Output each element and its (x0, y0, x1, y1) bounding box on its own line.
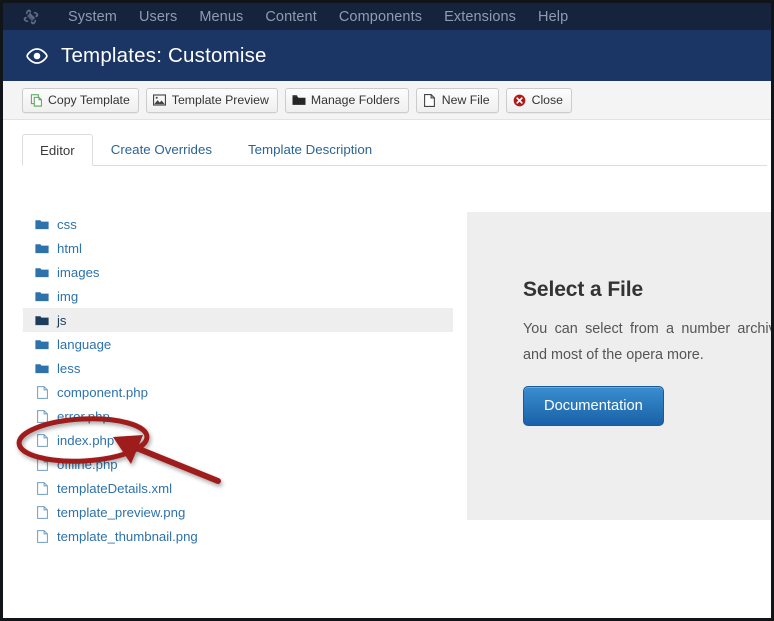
file-icon (35, 505, 49, 519)
folder-icon (35, 265, 49, 279)
list-item-label: img (57, 288, 79, 304)
list-item[interactable]: css (23, 212, 453, 236)
image-icon (153, 93, 167, 107)
tab-editor[interactable]: Editor (22, 134, 93, 166)
list-item-label: css (57, 216, 77, 232)
list-item-label: html (57, 240, 82, 256)
new-file-button[interactable]: New File (415, 87, 499, 113)
list-item-label: templateDetails.xml (57, 480, 173, 496)
list-item[interactable]: templateDetails.xml (23, 476, 453, 500)
tab-template-description[interactable]: Template Description (230, 133, 390, 165)
eye-icon (25, 45, 49, 67)
folder-icon (35, 217, 49, 231)
page-title: Templates: Customise (61, 43, 267, 67)
list-item-index-php[interactable]: index.php (23, 428, 453, 452)
file-icon (35, 385, 49, 399)
copy-template-button[interactable]: Copy Template (22, 87, 139, 113)
list-item[interactable]: template_preview.png (23, 500, 453, 524)
menu-item-users[interactable]: Users (128, 9, 188, 25)
menu-item-components[interactable]: Components (328, 9, 433, 25)
list-item[interactable]: error.php (23, 404, 453, 428)
toolbar: Copy Template Template Preview Manage Fo… (3, 81, 771, 120)
list-item[interactable]: less (23, 356, 453, 380)
list-item-label: error.php (57, 408, 110, 424)
folder-icon (35, 361, 49, 375)
folder-icon (35, 241, 49, 255)
list-item-label: template_preview.png (57, 504, 186, 520)
menu-item-content[interactable]: Content (254, 9, 328, 25)
list-item[interactable]: component.php (23, 380, 453, 404)
file-icon (35, 529, 49, 543)
list-item-label: less (57, 360, 81, 376)
close-button[interactable]: Close (505, 87, 573, 113)
list-item[interactable]: template_thumbnail.png (23, 524, 453, 548)
panel-title: Select a File (523, 278, 644, 301)
close-circle-icon (513, 93, 527, 107)
panel-description: You can select from a number archives an… (523, 321, 774, 363)
menu-item-menus[interactable]: Menus (188, 9, 254, 25)
new-file-label: New File (441, 93, 490, 107)
list-item-label: language (57, 336, 112, 352)
menu-item-system[interactable]: System (57, 9, 128, 25)
tab-strip: Editor Create Overrides Template Descrip… (22, 134, 767, 166)
list-item[interactable]: images (23, 260, 453, 284)
list-item-label: index.php (57, 432, 115, 448)
menu-item-help[interactable]: Help (527, 9, 579, 25)
documentation-button[interactable]: Documentation (523, 386, 664, 426)
list-item-selected[interactable]: js (23, 308, 453, 332)
folder-open-icon (292, 93, 306, 107)
list-item[interactable]: html (23, 236, 453, 260)
file-icon (35, 409, 49, 423)
template-preview-button[interactable]: Template Preview (145, 87, 278, 113)
folder-icon (35, 337, 49, 351)
list-item-label: component.php (57, 384, 148, 400)
list-item-label: images (57, 264, 100, 280)
list-item[interactable]: img (23, 284, 453, 308)
copy-icon (29, 93, 43, 107)
close-label: Close (531, 93, 564, 107)
copy-template-label: Copy Template (48, 93, 130, 107)
file-icon (423, 93, 437, 107)
list-item-label: offline.php (57, 456, 118, 472)
file-icon (35, 433, 49, 447)
template-preview-label: Template Preview (171, 93, 269, 107)
tab-create-overrides[interactable]: Create Overrides (93, 133, 230, 165)
file-icon (35, 481, 49, 495)
list-item[interactable]: offline.php (23, 452, 453, 476)
joomla-logo-icon[interactable] (21, 7, 41, 27)
joomla-template-customise-screen: System Users Menus Content Components Ex… (0, 0, 774, 621)
list-item-label: template_thumbnail.png (57, 528, 198, 544)
list-item-label: js (57, 312, 67, 328)
menu-item-extensions[interactable]: Extensions (433, 9, 527, 25)
folder-icon (35, 313, 49, 327)
file-icon (35, 457, 49, 471)
select-a-file-panel: Select a File You can select from a numb… (467, 212, 774, 520)
page-header: Templates: Customise (3, 30, 771, 81)
manage-folders-button[interactable]: Manage Folders (284, 87, 409, 113)
manage-folders-label: Manage Folders (310, 93, 400, 107)
folder-icon (35, 289, 49, 303)
admin-menu-bar: System Users Menus Content Components Ex… (3, 3, 771, 30)
list-item[interactable]: language (23, 332, 453, 356)
file-tree: css html images img js language less com… (23, 212, 453, 548)
